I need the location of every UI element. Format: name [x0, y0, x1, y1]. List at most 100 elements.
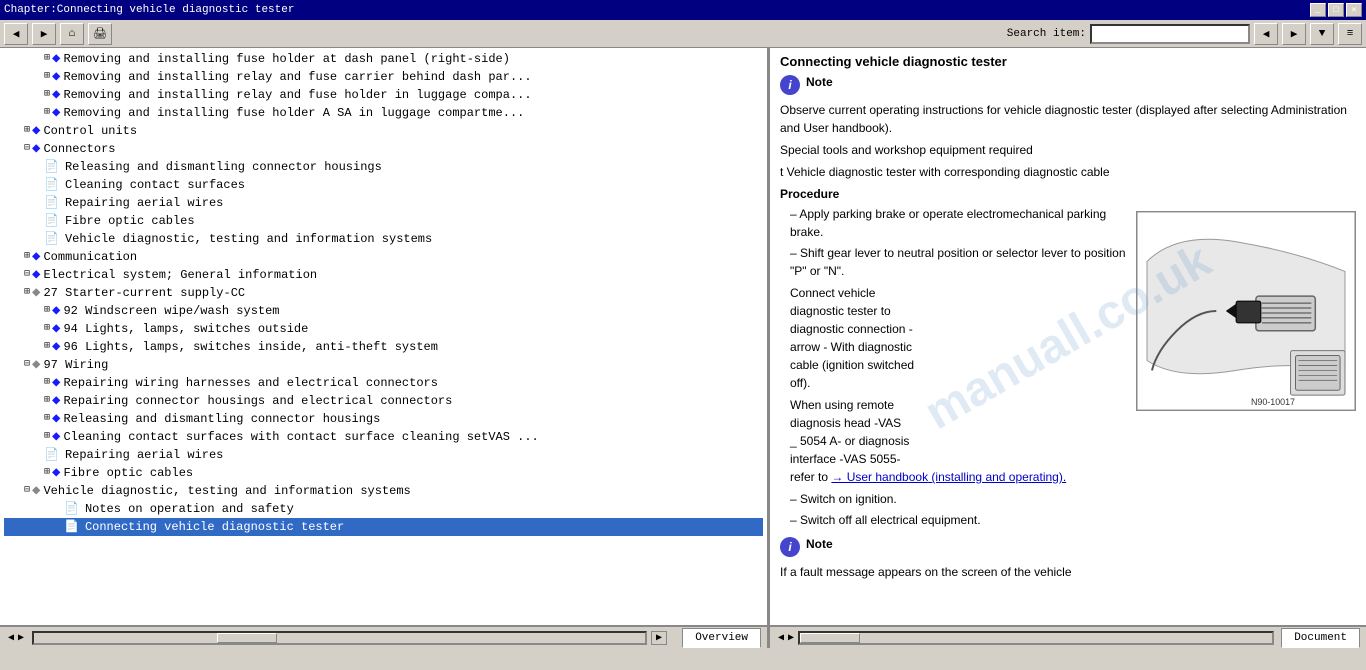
special-tools-label: Special tools and workshop equipment req…	[780, 141, 1356, 159]
expand-icon: ⊞	[44, 410, 50, 428]
note-icon-2: i	[780, 537, 800, 557]
list-item[interactable]: ⊞ ◆ 27 Starter-current supply-CC	[4, 284, 763, 302]
note1-text: Observe current operating instructions f…	[780, 101, 1356, 137]
list-item[interactable]: ⊞ ◆ Removing and installing relay and fu…	[4, 86, 763, 104]
scroll-right-arrow[interactable]: ▶	[16, 632, 26, 644]
svg-text:N90-10017: N90-10017	[1251, 397, 1295, 407]
book-icon: ◆	[52, 410, 60, 428]
note-box-1: i Note	[780, 75, 1356, 95]
list-item[interactable]: ⊞ ◆ Repairing connector housings and ele…	[4, 392, 763, 410]
print-button[interactable]: 🖨	[88, 23, 112, 45]
list-item[interactable]: 📄 Repairing aerial wires	[4, 194, 763, 212]
horizontal-scrollbar-right[interactable]	[798, 631, 1274, 645]
book-icon: ◆	[52, 464, 60, 482]
search-prev-button[interactable]: ◀	[1254, 23, 1278, 45]
list-item[interactable]: ⊞ ◆ Communication	[4, 248, 763, 266]
arrow-diagnostic: arrow - With diagnostic	[790, 340, 912, 354]
scrollbar-thumb-right	[800, 633, 860, 643]
main-container: ⊞ ◆ Removing and installing fuse holder …	[0, 48, 1366, 626]
doc-icon: 📄	[64, 500, 79, 518]
search-next-button[interactable]: ▶	[1282, 23, 1306, 45]
scroll-right-arrow-right[interactable]: ▶	[786, 632, 796, 644]
tool-item: t Vehicle diagnostic tester with corresp…	[780, 163, 1356, 181]
list-item[interactable]: ⊞ ◆ Removing and installing relay and fu…	[4, 68, 763, 86]
tab-document[interactable]: Document	[1281, 628, 1360, 648]
list-item[interactable]: ⊞ ◆ Control units	[4, 122, 763, 140]
expand-icon: ⊞	[44, 104, 50, 122]
list-item[interactable]: ⊟ ◆ Electrical system; General informati…	[4, 266, 763, 284]
scroll-nav: ◀ ▶	[4, 632, 28, 644]
book-icon: ◆	[32, 356, 40, 374]
list-item[interactable]: ⊞ ◆ Repairing wiring harnesses and elect…	[4, 374, 763, 392]
options-button[interactable]: ≡	[1338, 23, 1362, 45]
list-item[interactable]: 📄 Notes on operation and safety	[4, 500, 763, 518]
list-item[interactable]: 📄 Releasing and dismantling connector ho…	[4, 158, 763, 176]
expand-icon: ⊞	[44, 374, 50, 392]
window-title: Chapter:Connecting vehicle diagnostic te…	[4, 4, 294, 16]
expand-icon: ⊞	[44, 50, 50, 68]
toc-panel: ⊞ ◆ Removing and installing fuse holder …	[0, 48, 770, 625]
diagram-container: N90-10017	[1136, 211, 1356, 411]
list-item[interactable]: ⊞ ◆ Removing and installing fuse holder …	[4, 104, 763, 122]
expand-icon: ⊞	[44, 428, 50, 446]
list-item[interactable]: ⊟ ◆ Connectors	[4, 140, 763, 158]
list-item[interactable]: 📄 Repairing aerial wires	[4, 446, 763, 464]
expand-icon: ⊞	[44, 302, 50, 320]
forward-button[interactable]: ▶	[32, 23, 56, 45]
content-panel: manuall.co.uk Connecting vehicle diagnos…	[770, 48, 1366, 625]
list-item[interactable]: ⊞ ◆ Fibre optic cables	[4, 464, 763, 482]
list-item[interactable]: ⊞ ◆ Removing and installing fuse holder …	[4, 50, 763, 68]
doc-icon: 📄	[44, 176, 59, 194]
scrollbar-thumb	[217, 633, 277, 643]
expand-icon: ⊞	[44, 68, 50, 86]
search-label: Search item:	[1007, 28, 1086, 40]
book-icon: ◆	[52, 104, 60, 122]
book-icon: ◆	[32, 248, 40, 266]
close-button[interactable]: ✕	[1346, 3, 1362, 17]
list-item[interactable]: ⊟ ◆ 97 Wiring	[4, 356, 763, 374]
expand-icon: ⊞	[44, 86, 50, 104]
book-icon: ◆	[52, 428, 60, 446]
book-icon: ◆	[32, 482, 40, 500]
expand-icon: ⊟	[24, 356, 30, 374]
book-icon: ◆	[52, 320, 60, 338]
expand-icon: ⊟	[24, 482, 30, 500]
note1-label: Note	[806, 75, 833, 89]
list-item[interactable]: ⊞ ◆ Releasing and dismantling connector …	[4, 410, 763, 428]
scroll-left-arrow-right[interactable]: ◀	[776, 632, 786, 644]
bottom-container: ◀ ▶ ▶ Overview ◀ ▶ Document	[0, 626, 1366, 648]
minimize-button[interactable]: _	[1310, 3, 1326, 17]
expand-icon: ⊞	[24, 248, 30, 266]
note2-text: If a fault message appears on the screen…	[780, 563, 1356, 581]
expand-icon: ⊞	[44, 320, 50, 338]
back-button[interactable]: ◀	[4, 23, 28, 45]
horizontal-scrollbar-left[interactable]	[32, 631, 647, 645]
maximize-button[interactable]: □	[1328, 3, 1344, 17]
tab-overview[interactable]: Overview	[682, 628, 761, 648]
expand-icon: ⊞	[24, 284, 30, 302]
expand-icon: ⊞	[44, 338, 50, 356]
list-item[interactable]: ⊞ ◆ 96 Lights, lamps, switches inside, a…	[4, 338, 763, 356]
scroll-left-arrow[interactable]: ◀	[6, 632, 16, 644]
list-item[interactable]: 📄 Connecting vehicle diagnostic tester	[4, 518, 763, 536]
toc-scroll[interactable]: ⊞ ◆ Removing and installing fuse holder …	[0, 48, 767, 625]
search-input[interactable]	[1090, 24, 1250, 44]
home-button[interactable]: ⌂	[60, 23, 84, 45]
book-icon: ◆	[52, 374, 60, 392]
list-item[interactable]: ⊟ ◆ Vehicle diagnostic, testing and info…	[4, 482, 763, 500]
scroll-right-btn[interactable]: ▶	[651, 631, 667, 645]
list-item[interactable]: ⊞ ◆ 92 Windscreen wipe/wash system	[4, 302, 763, 320]
list-item[interactable]: ⊞ ◆ Cleaning contact surfaces with conta…	[4, 428, 763, 446]
list-item[interactable]: 📄 Cleaning contact surfaces	[4, 176, 763, 194]
diagram-svg: N90-10017	[1137, 212, 1355, 410]
list-item[interactable]: 📄 Fibre optic cables	[4, 212, 763, 230]
book-icon: ◆	[32, 266, 40, 284]
list-item[interactable]: ⊞ ◆ 94 Lights, lamps, switches outside	[4, 320, 763, 338]
doc-icon: 📄	[64, 518, 79, 536]
expand-icon: ⊟	[24, 266, 30, 284]
window-controls: _ □ ✕	[1310, 3, 1362, 17]
step-6: – Switch off all electrical equipment.	[780, 511, 1356, 529]
user-handbook-link[interactable]: → User handbook (installing and operatin…	[831, 470, 1066, 484]
list-item[interactable]: 📄 Vehicle diagnostic, testing and inform…	[4, 230, 763, 248]
dropdown-button[interactable]: ▼	[1310, 23, 1334, 45]
